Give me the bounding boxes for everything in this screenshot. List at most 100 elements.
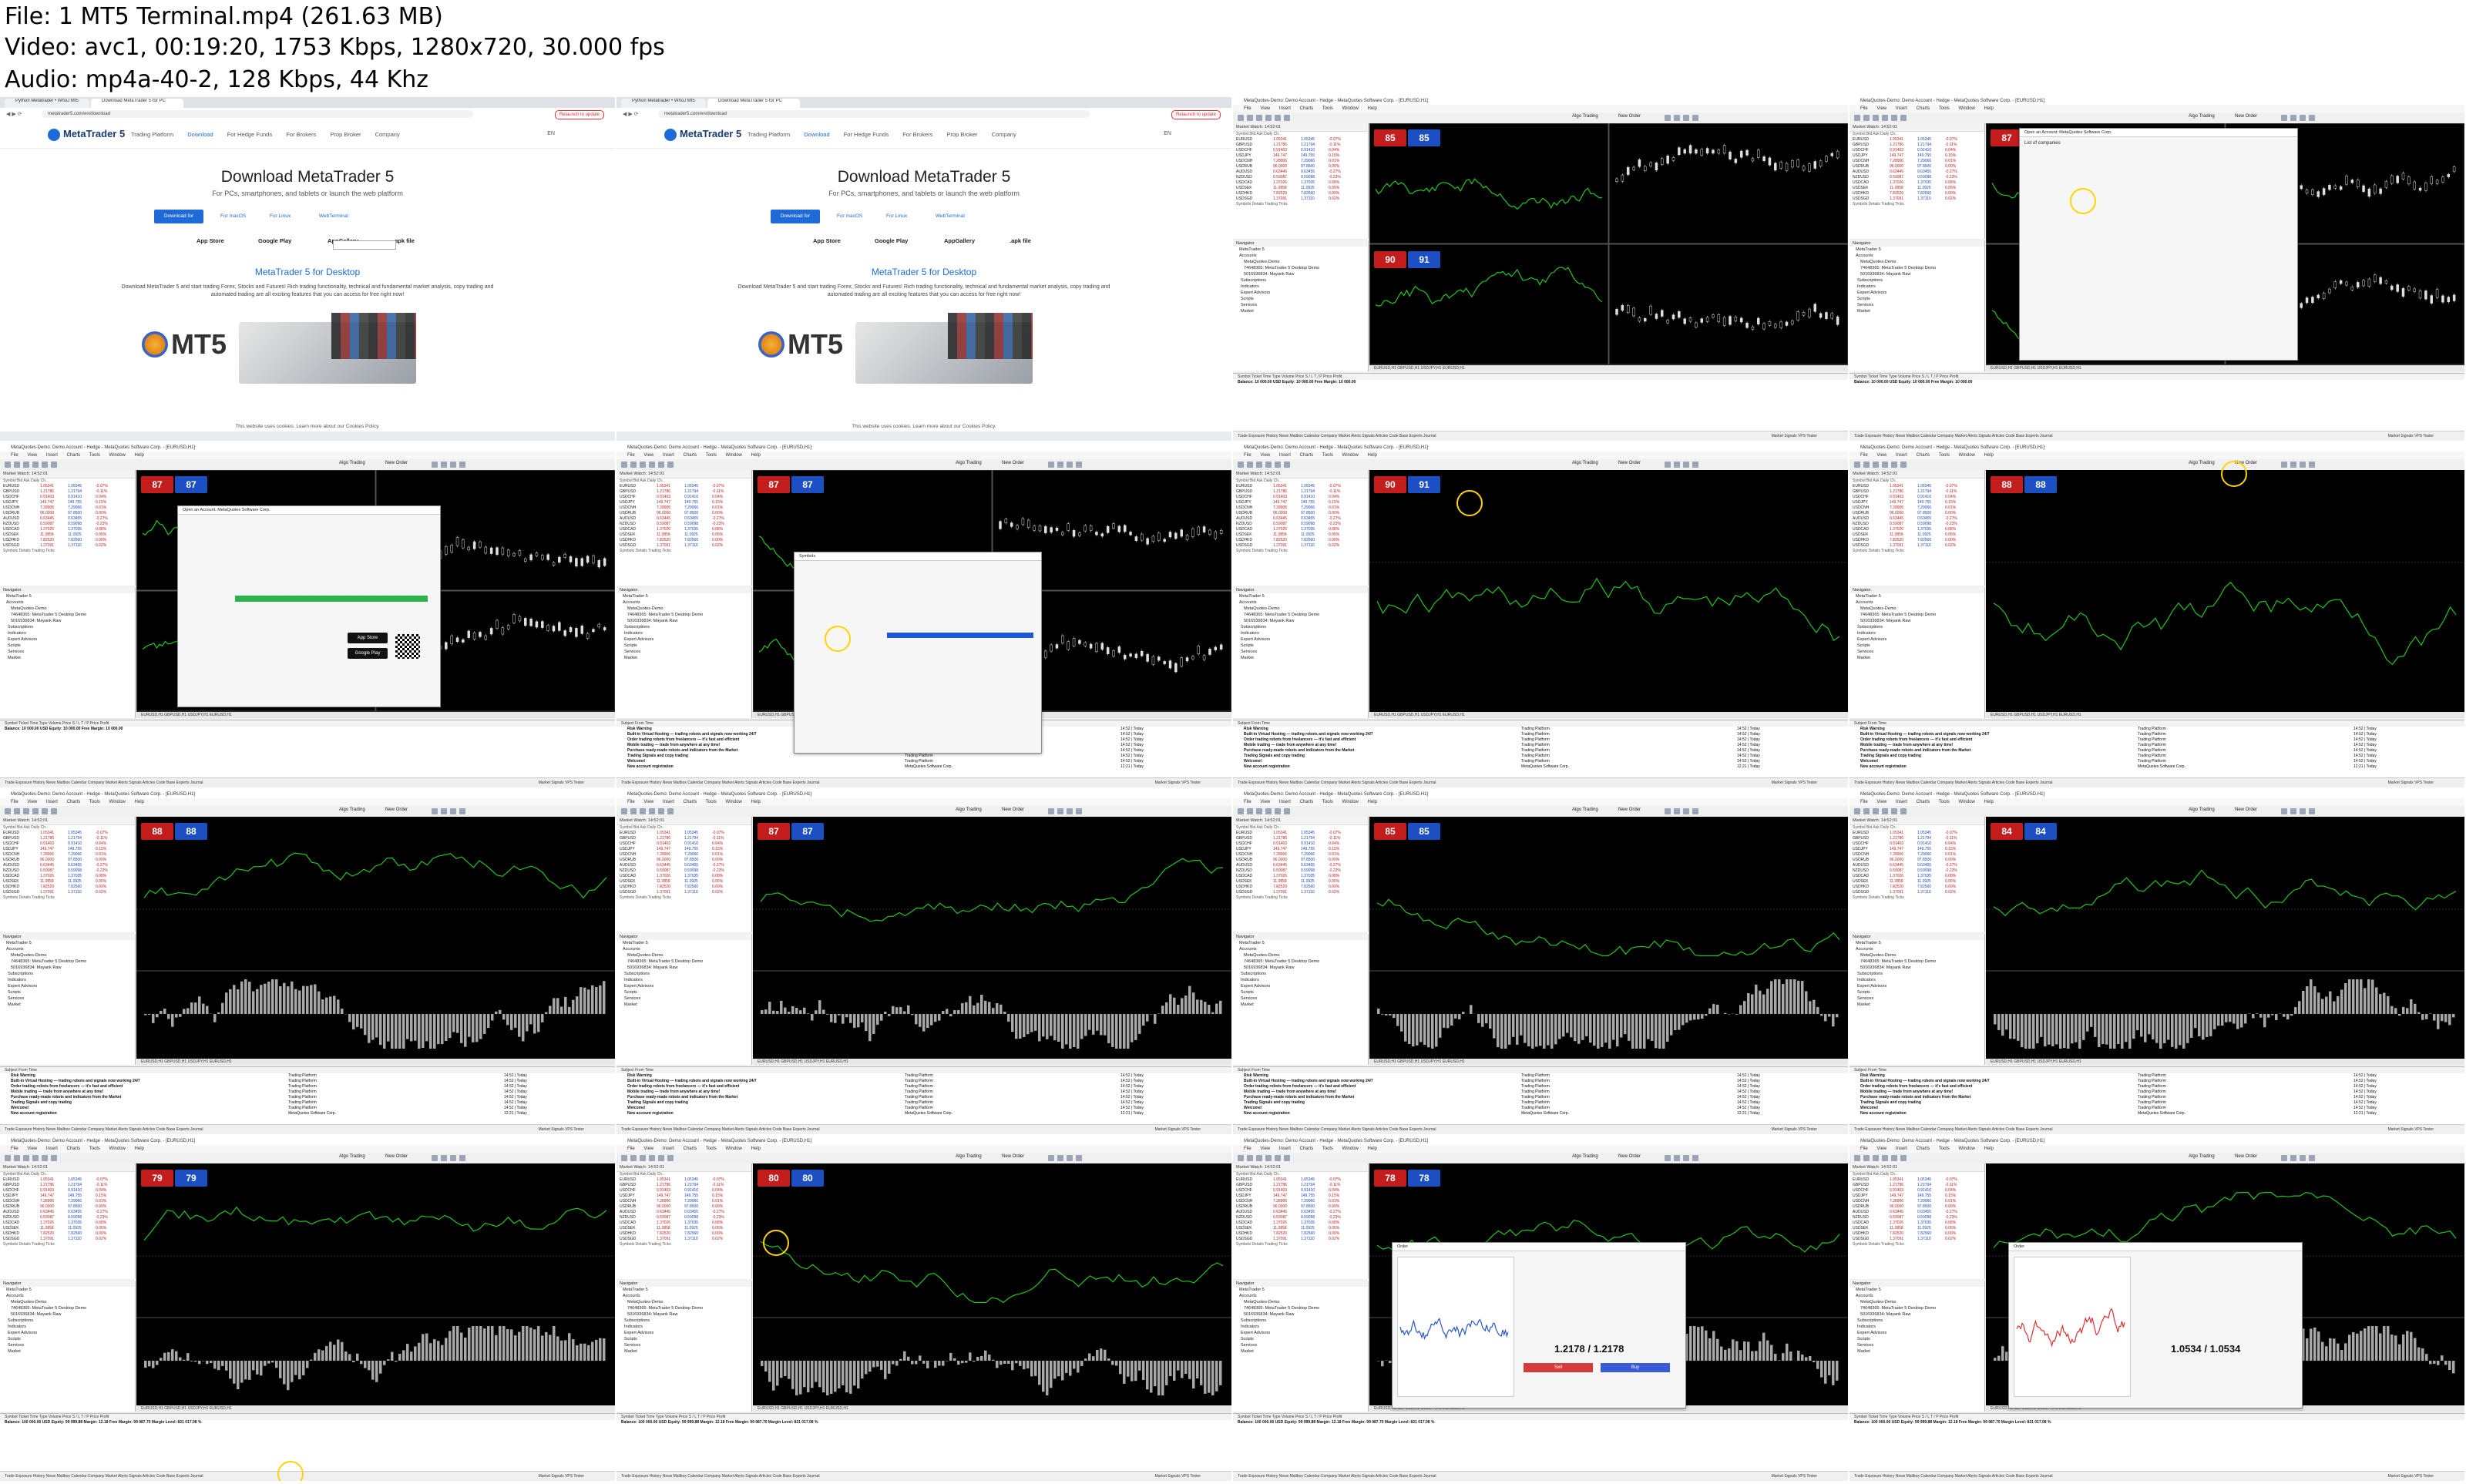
news-item[interactable]: Purchase ready-made robots and indicator… bbox=[1850, 1095, 2464, 1100]
market-watch-row[interactable]: USDCHF 0.91403 0.91410 0.04% bbox=[616, 495, 751, 500]
navigator-item[interactable]: Subscriptions bbox=[1233, 277, 1368, 284]
news-item[interactable]: Purchase ready-made robots and indicator… bbox=[1233, 748, 1848, 754]
menu-file[interactable]: File bbox=[1244, 800, 1251, 804]
navigator-item[interactable]: Scripts bbox=[616, 989, 751, 995]
menu-file[interactable]: File bbox=[627, 453, 635, 458]
data-window-icon[interactable] bbox=[649, 808, 655, 814]
menu-window[interactable]: Window bbox=[1342, 106, 1359, 111]
navigator-item[interactable]: 5016936834: Mayank Raw bbox=[1850, 1311, 1984, 1318]
navigator-item[interactable]: Expert Advisors bbox=[1233, 1330, 1368, 1336]
news-item[interactable]: Risk WarningTrading Platform14:52 | Toda… bbox=[1233, 1073, 1848, 1079]
market-watch-row[interactable]: NZDUSD 0.59087 0.59098 -0.23% bbox=[1233, 175, 1368, 180]
market-watch-row[interactable]: GBPUSD 1.21786 1.21794 -0.11% bbox=[1850, 1183, 1984, 1188]
menu-view[interactable]: View bbox=[643, 453, 653, 458]
toolbox-tabs[interactable]: Trade Exposure History News Mailbox Cale… bbox=[1238, 781, 1436, 785]
navigator-item[interactable]: Subscriptions bbox=[1233, 624, 1368, 630]
navigator-item[interactable]: Indicators bbox=[616, 630, 751, 636]
market-watch-row[interactable]: GBPUSD 1.21786 1.21794 -0.11% bbox=[1850, 143, 1984, 148]
news-item[interactable]: New account registration MetaQuotes Softw… bbox=[616, 1111, 1231, 1116]
market-watch-row[interactable]: NZDUSD 0.59087 0.59098 -0.23% bbox=[1850, 175, 1984, 180]
crosshair-icon[interactable] bbox=[450, 808, 456, 814]
navigator-item[interactable]: Market bbox=[1233, 308, 1368, 314]
profiles-icon[interactable] bbox=[14, 808, 20, 814]
menu-tools[interactable]: Tools bbox=[706, 453, 717, 458]
navigator-item[interactable]: 5016936834: Mayank Raw bbox=[0, 1311, 135, 1318]
menu-charts[interactable]: Charts bbox=[1917, 1147, 1930, 1151]
profiles-icon[interactable] bbox=[1863, 808, 1870, 814]
zoom-in-icon[interactable] bbox=[2281, 808, 2287, 814]
new-order-button[interactable]: New Order bbox=[1002, 461, 1024, 465]
new-order-button[interactable]: New Order bbox=[1618, 807, 1641, 812]
navigator-item[interactable]: Market bbox=[1850, 308, 1984, 314]
news-item[interactable]: Mobile trading — trade from anywhere at … bbox=[1850, 743, 2464, 748]
navigator-item[interactable]: 74648365: MetaTrader 5 Desktop Demo bbox=[1233, 1305, 1368, 1311]
market-watch-row[interactable]: USDCHF 0.91403 0.91410 0.04% bbox=[1233, 148, 1368, 153]
market-watch-row[interactable]: USDSGD 1.37091 1.37110 0.02% bbox=[616, 1237, 751, 1242]
market-watch-row[interactable]: USDCNH 7.28906 7.29066 0.01% bbox=[0, 505, 135, 511]
profiles-icon[interactable] bbox=[1863, 115, 1870, 121]
market-watch-row[interactable]: USDHKD 7.82520 7.82560 0.00% bbox=[1233, 191, 1368, 196]
news-item[interactable]: New account registration MetaQuotes Softw… bbox=[616, 764, 1231, 770]
new-chart-icon[interactable] bbox=[5, 462, 11, 468]
navigator-item[interactable]: Market bbox=[0, 655, 135, 661]
market-watch-row[interactable]: USDCNH 7.28906 7.29066 0.01% bbox=[1850, 852, 1984, 858]
market-watch-row[interactable]: GBPUSD 1.21786 1.21794 -0.11% bbox=[1850, 836, 1984, 841]
algo-trading-button[interactable]: Algo Trading bbox=[1572, 114, 1598, 119]
navigator-item[interactable]: Indicators bbox=[0, 977, 135, 983]
navigator-item[interactable]: MetaTrader 5 bbox=[616, 593, 751, 599]
news-item[interactable]: Order trading robots from freelancers — … bbox=[616, 1084, 1231, 1089]
nav-item[interactable]: Prop Broker bbox=[946, 131, 977, 138]
market-watch-row[interactable]: USDCHF 0.91403 0.91410 0.04% bbox=[1850, 1188, 1984, 1194]
menu-file[interactable]: File bbox=[1860, 453, 1868, 458]
status-right-items[interactable]: Market Signals VPS Tester bbox=[539, 1125, 584, 1134]
new-chart-icon[interactable] bbox=[621, 462, 627, 468]
market-watch-row[interactable]: USDCNH 7.28906 7.29066 0.01% bbox=[616, 1199, 751, 1204]
language-selector[interactable]: EN bbox=[547, 131, 555, 136]
navigator-item[interactable]: Scripts bbox=[0, 643, 135, 649]
market-watch-row[interactable]: USDRUB 96.0000 97.8500 0.00% bbox=[1850, 858, 1984, 863]
navigator-item[interactable]: Scripts bbox=[0, 989, 135, 995]
market-watch-row[interactable]: USDCHF 0.91403 0.91410 0.04% bbox=[0, 841, 135, 847]
news-item[interactable]: Risk WarningTrading Platform14:52 | Toda… bbox=[1850, 1073, 2464, 1079]
navigator-item[interactable]: Services bbox=[616, 649, 751, 655]
market-watch-row[interactable]: USDRUB 96.0000 97.8500 0.00% bbox=[0, 511, 135, 516]
navigator-item[interactable]: MetaTrader 5 bbox=[0, 593, 135, 599]
zoom-in-icon[interactable] bbox=[2281, 462, 2287, 468]
market-watch-row[interactable]: USDCAD 1.37026 1.37035 0.08% bbox=[616, 1220, 751, 1226]
market-watch-row[interactable]: USDSGD 1.37091 1.37110 0.02% bbox=[1233, 196, 1368, 202]
site-logo[interactable]: MetaTrader 5 bbox=[664, 128, 741, 141]
navigator-item[interactable]: Indicators bbox=[0, 630, 135, 636]
line-tool-icon[interactable] bbox=[459, 808, 465, 814]
news-item[interactable]: Welcome! Trading Platform 14:52 | Today bbox=[1233, 1106, 1848, 1111]
chart-tabs[interactable]: EURUSD,H1 GBPUSD,H1 USDJPY,H1 EURUSD,H1 bbox=[1986, 365, 2464, 371]
market-watch-row[interactable]: AUDUSD 0.63445 0.63455 -0.27% bbox=[1850, 516, 1984, 522]
navigator-item[interactable]: Subscriptions bbox=[616, 971, 751, 977]
market-watch-row[interactable]: NZDUSD 0.59087 0.59098 -0.23% bbox=[616, 1215, 751, 1220]
navigator-icon[interactable] bbox=[1891, 115, 1897, 121]
market-watch-row[interactable]: GBPUSD 1.21786 1.21794 -0.11% bbox=[616, 836, 751, 841]
market-watch-row[interactable]: NZDUSD 0.59087 0.59098 -0.23% bbox=[0, 522, 135, 527]
market-watch-row[interactable]: GBPUSD 1.21786 1.21794 -0.11% bbox=[0, 1183, 135, 1188]
new-chart-icon[interactable] bbox=[5, 1155, 11, 1161]
news-item[interactable]: Risk WarningTrading Platform14:52 | Toda… bbox=[1850, 727, 2464, 732]
sell-button[interactable]: 90 bbox=[1374, 251, 1406, 268]
market-watch-row[interactable]: USDCNH 7.28906 7.29066 0.01% bbox=[1850, 1199, 1984, 1204]
navigator-item[interactable]: Services bbox=[1850, 1342, 1984, 1348]
google-play-link[interactable]: Google Play bbox=[875, 237, 908, 244]
news-item[interactable]: Order trading robots from freelancers — … bbox=[1233, 1084, 1848, 1089]
news-item[interactable]: Trading Signals and copy trading Trading … bbox=[1233, 754, 1848, 759]
market-watch-row[interactable]: USDCAD 1.37026 1.37035 0.08% bbox=[0, 1220, 135, 1226]
menu-window[interactable]: Window bbox=[1959, 1147, 1975, 1151]
chart-tabs[interactable]: EURUSD,H1 GBPUSD,H1 USDJPY,H1 EURUSD,H1 bbox=[1369, 712, 1848, 718]
market-watch-row[interactable]: USDCAD 1.37026 1.37035 0.08% bbox=[0, 527, 135, 532]
new-order-button[interactable]: New Order bbox=[1618, 461, 1641, 465]
zoom-in-icon[interactable] bbox=[1665, 462, 1671, 468]
zoom-in-icon[interactable] bbox=[1048, 1155, 1054, 1161]
market-watch-row[interactable]: GBPUSD 1.21786 1.21794 -0.11% bbox=[0, 836, 135, 841]
zoom-out-icon[interactable] bbox=[1057, 462, 1063, 468]
navigator-item[interactable]: MetaQuotes-Demo bbox=[0, 606, 135, 612]
menu-help[interactable]: Help bbox=[1984, 1147, 1994, 1151]
navigator-item[interactable]: Accounts bbox=[0, 946, 135, 952]
menu-insert[interactable]: Insert bbox=[46, 453, 58, 458]
navigator-item[interactable]: Subscriptions bbox=[616, 1318, 751, 1324]
